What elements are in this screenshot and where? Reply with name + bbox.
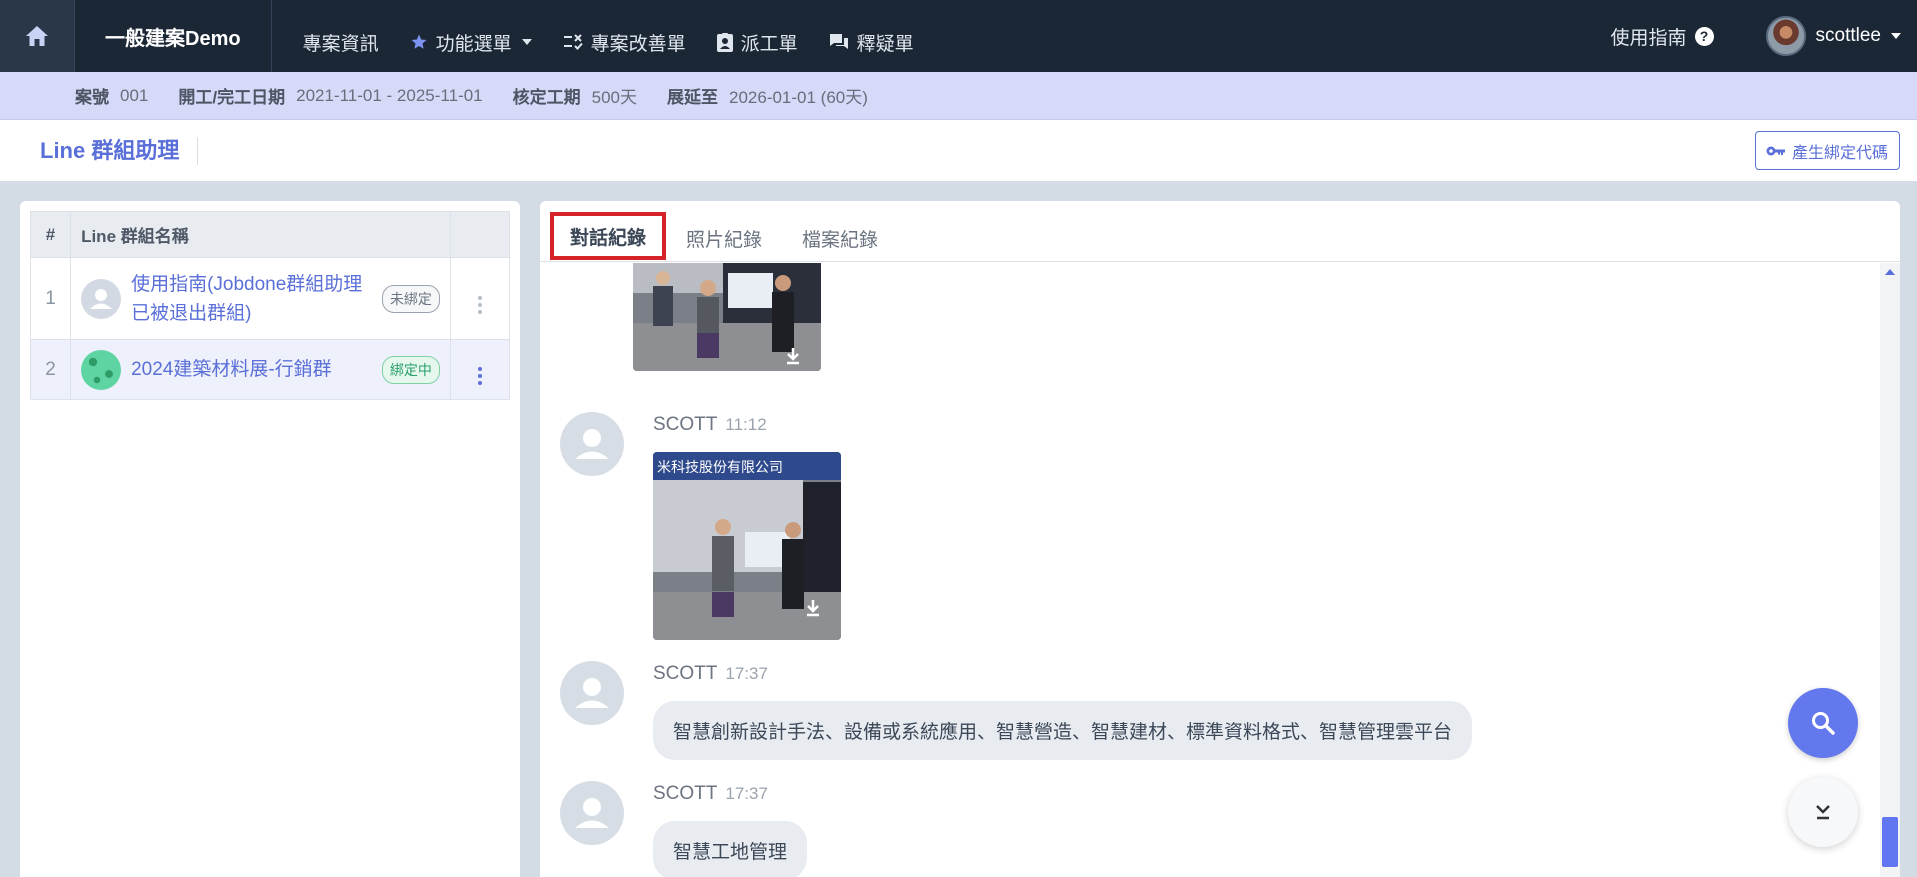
table-header-row: # Line 群組名稱 [29,211,511,258]
nav-right: 使用指南 ? scottlee [1611,0,1901,72]
home-button[interactable] [0,0,75,72]
avatar [1765,16,1806,56]
message-header: SCOTT 11:12 [653,414,767,436]
home-icon [26,26,48,46]
nav-label: 專案資訊 [302,33,379,55]
nav-label: 專案改善單 [590,33,686,55]
nav-dispatch[interactable]: 派工單 [716,29,798,56]
row-actions-cell [449,339,511,400]
checklist-icon [563,34,583,50]
tab-conversation-log[interactable]: 對話紀錄 [550,212,667,260]
search-icon [1812,712,1835,735]
key-icon [1766,146,1785,155]
page-title: Line 群組助理 [40,136,199,165]
nav-label: 派工單 [740,33,798,55]
button-label: 產生綁定代碼 [1791,144,1888,162]
message-header: SCOTT 17:37 [653,783,768,805]
nav-project-info[interactable]: 專案資訊 [303,29,379,56]
default-avatar-icon [560,412,624,476]
approved-duration-label: 核定工期 [512,88,581,107]
row-index: 2 [29,339,72,400]
status-badge: 綁定中 [381,355,440,384]
record-tabs: 對話紀錄 照片紀錄 檔案紀錄 [540,201,1900,262]
message-bubble: 智慧工地管理 [653,821,808,877]
tab-file-log[interactable]: 檔案紀錄 [782,215,898,261]
group-name-wrap: 2024建築材料展-行銷群 綁定中 [81,349,440,390]
id-badge-icon [716,32,733,52]
scroll-up-arrow-icon[interactable] [1885,269,1895,275]
chevron-double-down-icon [1816,805,1830,820]
column-header-actions [449,211,511,258]
nav-label: 釋疑單 [856,33,914,55]
generate-bind-code-button[interactable]: 產生綁定代碼 [1754,131,1900,170]
project-name[interactable]: 一般建案Demo [75,0,272,72]
column-header-group-name: Line 群組名稱 [70,211,451,258]
page-title-bar: Line 群組助理 產生綁定代碼 [0,120,1917,181]
chat-icon [829,34,848,49]
project-info-bar: 案號 001 開工/完工日期 2021-11-01 - 2025-11-01 核… [0,72,1917,120]
extended-value: 2026-01-01 (60天) [729,88,868,107]
extended-label: 展延至 [667,88,718,107]
table-row[interactable]: 1 使用指南(Jobdone群組助理已被退出群組) 未綁定 [29,257,511,340]
message-header: SCOTT 17:37 [653,663,768,685]
group-name-wrap: 使用指南(Jobdone群組助理已被退出群組) 未綁定 [81,270,440,328]
groups-table: # Line 群組名稱 1 使用指南(Jobdone群組助理已被退出群組) 未綁… [29,211,511,400]
group-name-cell: 2024建築材料展-行銷群 綁定中 [70,339,451,400]
group-name-link[interactable]: 使用指南(Jobdone群組助理已被退出群組) [131,270,372,328]
more-vertical-icon[interactable] [477,295,482,314]
row-actions-cell [449,257,511,340]
caret-down-icon [1891,33,1901,39]
default-avatar-icon [560,781,624,845]
chat-photo[interactable]: 米科技股份有限公司 [653,452,841,640]
default-avatar-icon [81,278,122,319]
conversation-panel: 對話紀錄 照片紀錄 檔案紀錄 SCOTT 11:12 米科技股份有限公司 SCO… [540,201,1900,877]
more-vertical-icon[interactable] [477,366,482,385]
case-no-label: 案號 [75,88,109,107]
group-avatar [81,349,122,390]
group-name-cell: 使用指南(Jobdone群組助理已被退出群組) 未綁定 [70,257,451,340]
default-avatar-icon [560,661,624,725]
photo-image [633,263,821,371]
user-guide-link[interactable]: 使用指南 ? [1611,23,1714,50]
nav-label: 功能選單 [435,33,512,55]
sender-name: SCOTT [653,414,718,435]
chat-log[interactable]: SCOTT 11:12 米科技股份有限公司 SCOTT 17:37 智慧創新設計… [540,263,1880,877]
search-button[interactable] [1788,688,1858,758]
dates-label: 開工/完工日期 [178,88,286,107]
chat-scrollbar[interactable] [1880,263,1900,877]
message-time: 11:12 [725,415,767,434]
nav-improvement-list[interactable]: 專案改善單 [563,29,686,56]
status-badge: 未綁定 [381,284,440,313]
photo-caption: 米科技股份有限公司 [657,460,783,476]
sender-name: SCOTT [653,783,718,804]
question-icon: ? [1694,26,1714,46]
nav-function-menu[interactable]: 功能選單 [410,29,532,56]
top-navbar: 一般建案Demo 專案資訊 功能選單 專案改善單 派工單 釋疑單 使用指南 ? … [0,0,1917,72]
nav-clarification[interactable]: 釋疑單 [829,29,914,56]
scroll-thumb[interactable] [1882,817,1898,867]
tab-photo-log[interactable]: 照片紀錄 [666,215,782,261]
sender-name: SCOTT [653,663,718,684]
column-header-index: # [29,211,72,258]
message-bubble: 智慧創新設計手法、設備或系統應用、智慧營造、智慧建材、標準資料格式、智慧管理雲平… [653,701,1473,760]
username: scottlee [1815,25,1881,46]
group-name-link[interactable]: 2024建築材料展-行銷群 [131,355,372,384]
user-menu[interactable]: scottlee [1765,16,1901,56]
message-time: 17:37 [725,784,768,803]
photo-image: 米科技股份有限公司 [653,452,841,640]
table-row[interactable]: 2 2024建築材料展-行銷群 綁定中 [29,339,511,400]
chat-photo[interactable] [633,263,821,371]
groups-panel: # Line 群組名稱 1 使用指南(Jobdone群組助理已被退出群組) 未綁… [20,201,520,877]
row-index: 1 [29,257,72,340]
case-no-value: 001 [120,85,149,105]
scroll-to-bottom-button[interactable] [1788,777,1858,847]
message-time: 17:37 [725,664,768,683]
star-icon [411,34,427,49]
caret-down-icon [521,39,532,45]
approved-duration-value: 500天 [591,88,637,107]
dates-value: 2021-11-01 - 2025-11-01 [296,85,483,105]
guide-label: 使用指南 [1610,27,1687,49]
